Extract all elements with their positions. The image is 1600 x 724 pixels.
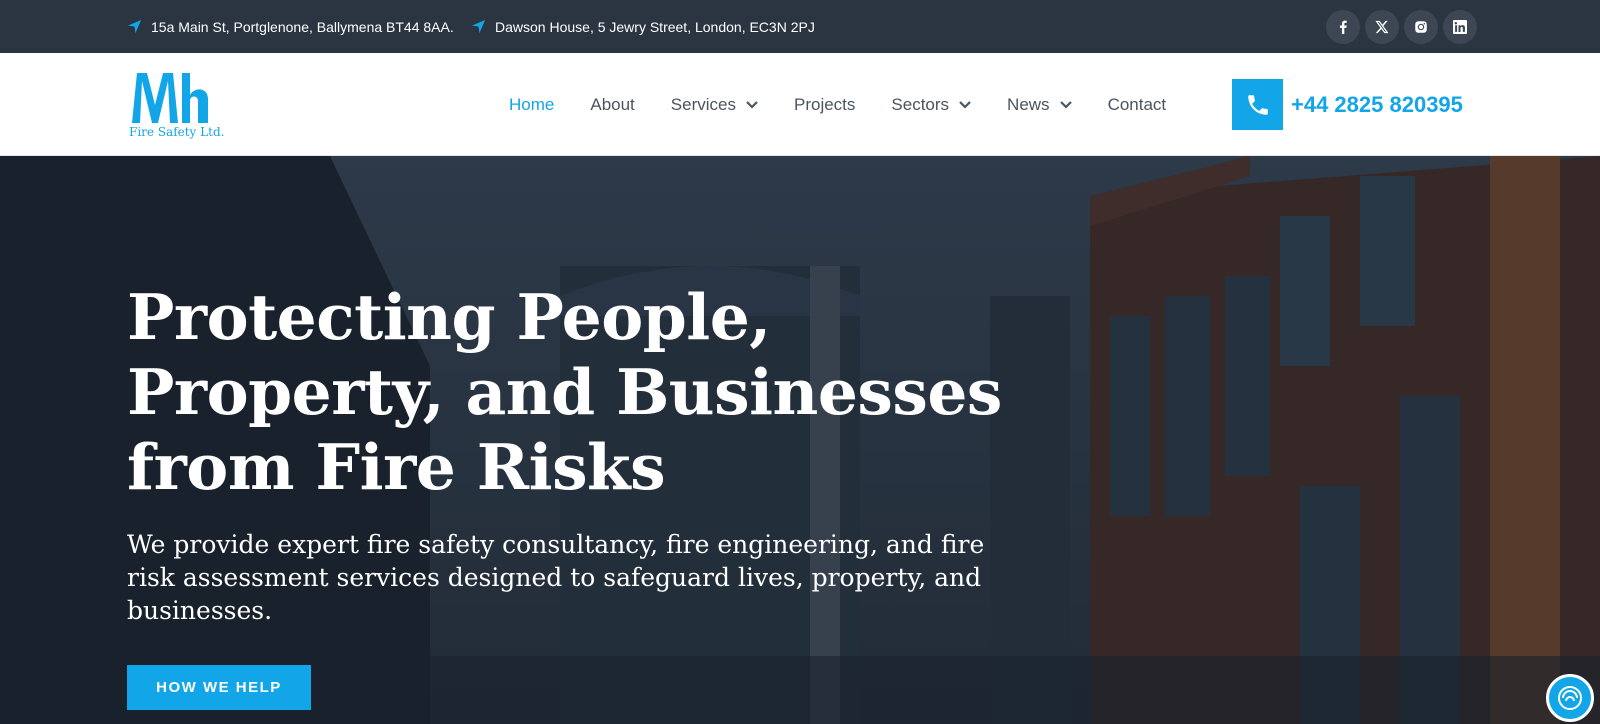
nav-item-news[interactable]: News <box>1007 95 1072 115</box>
location-arrow-icon <box>127 19 142 34</box>
nav-item-contact[interactable]: Contact <box>1108 95 1167 115</box>
nav-label: Home <box>509 94 555 114</box>
nav-label: News <box>1007 94 1050 114</box>
x-icon[interactable] <box>1365 10 1399 44</box>
hero-title: Protecting People, Property, and Busines… <box>127 280 1002 504</box>
linkedin-icon[interactable] <box>1443 10 1477 44</box>
social-links <box>1326 10 1477 44</box>
accessibility-widget-button[interactable] <box>1546 674 1594 722</box>
hero-subtitle: We provide expert fire safety consultanc… <box>127 530 985 625</box>
nav-item-home[interactable]: Home <box>509 95 554 115</box>
main-header: Fire Safety Ltd. Home About Services Pro… <box>0 53 1600 156</box>
address-london-portglenone: 15a Main St, Portglenone, Ballymena BT44… <box>127 0 454 53</box>
facebook-icon[interactable] <box>1326 10 1360 44</box>
address-london: Dawson House, 5 Jewry Street, London, EC… <box>471 0 815 53</box>
location-arrow-icon <box>471 19 486 34</box>
nav-item-services[interactable]: Services <box>671 95 758 115</box>
phone-number[interactable]: +44 2825 820395 <box>1291 79 1463 130</box>
phone-icon-box[interactable] <box>1232 79 1283 130</box>
nav-label: Projects <box>793 94 856 114</box>
chevron-down-icon <box>959 100 971 109</box>
nav-label: Contact <box>1107 94 1167 114</box>
top-bar: 15a Main St, Portglenone, Ballymena BT44… <box>0 0 1600 53</box>
logo-tagline: Fire Safety Ltd. <box>129 125 225 139</box>
address-1-text: 15a Main St, Portglenone, Ballymena BT44… <box>151 18 454 35</box>
how-we-help-button[interactable]: HOW WE HELP <box>127 665 311 710</box>
chevron-down-icon <box>1059 100 1072 109</box>
nav-item-about[interactable]: About <box>590 95 634 115</box>
nav-label: About <box>590 94 635 114</box>
nav-item-projects[interactable]: Projects <box>794 95 855 115</box>
accessibility-icon <box>1558 686 1582 710</box>
nav-label: Services <box>670 94 736 114</box>
instagram-icon[interactable] <box>1404 10 1438 44</box>
hero-section: Protecting People, Property, and Busines… <box>0 156 1600 724</box>
address-2-text: Dawson House, 5 Jewry Street, London, EC… <box>495 18 815 35</box>
chevron-down-icon <box>746 100 758 109</box>
main-nav: Home About Services Projects Sectors New… <box>509 53 1202 156</box>
nav-item-sectors[interactable]: Sectors <box>891 95 971 115</box>
phone-icon <box>1247 94 1268 115</box>
nav-label: Sectors <box>891 94 950 114</box>
